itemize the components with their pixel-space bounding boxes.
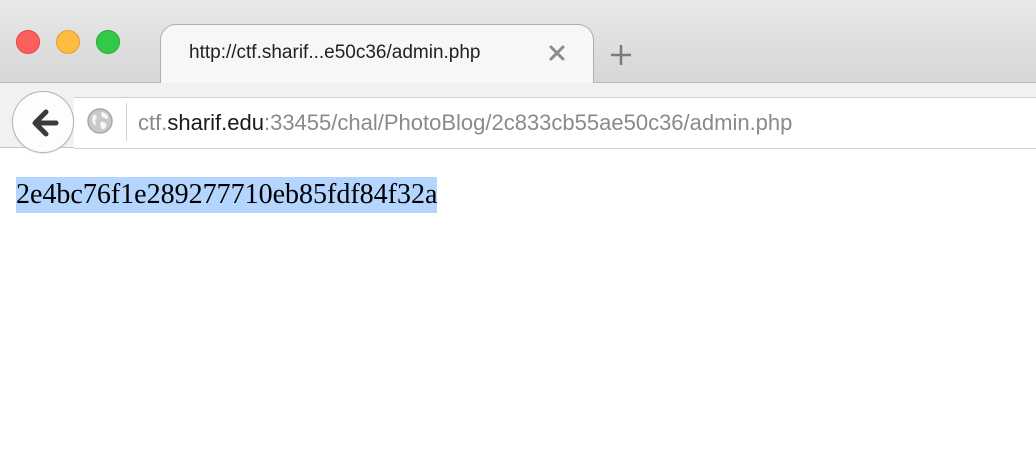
browser-tab[interactable]: http://ctf.sharif...e50c36/admin.php (160, 24, 594, 83)
globe-icon[interactable] (86, 107, 114, 140)
close-icon[interactable] (545, 41, 569, 65)
url-prefix: ctf. (138, 110, 168, 135)
window-maximize-button[interactable] (96, 30, 120, 54)
url-path: :33455/chal/PhotoBlog/2c833cb55ae50c36/a… (263, 110, 793, 135)
url-separator (126, 103, 127, 141)
url-domain: sharif.edu (167, 110, 264, 135)
back-button[interactable] (12, 91, 74, 153)
tab-title: http://ctf.sharif...e50c36/admin.php (189, 42, 481, 63)
window-close-button[interactable] (16, 30, 40, 54)
url-text[interactable]: ctf.sharif.edu:33455/chal/PhotoBlog/2c83… (138, 110, 792, 136)
window-minimize-button[interactable] (56, 30, 80, 54)
plus-icon[interactable] (608, 42, 634, 68)
tab-strip: http://ctf.sharif...e50c36/admin.php (0, 0, 1036, 83)
page-content-text: 2e4bc76f1e289277710eb85fdf84f32a (16, 177, 438, 213)
